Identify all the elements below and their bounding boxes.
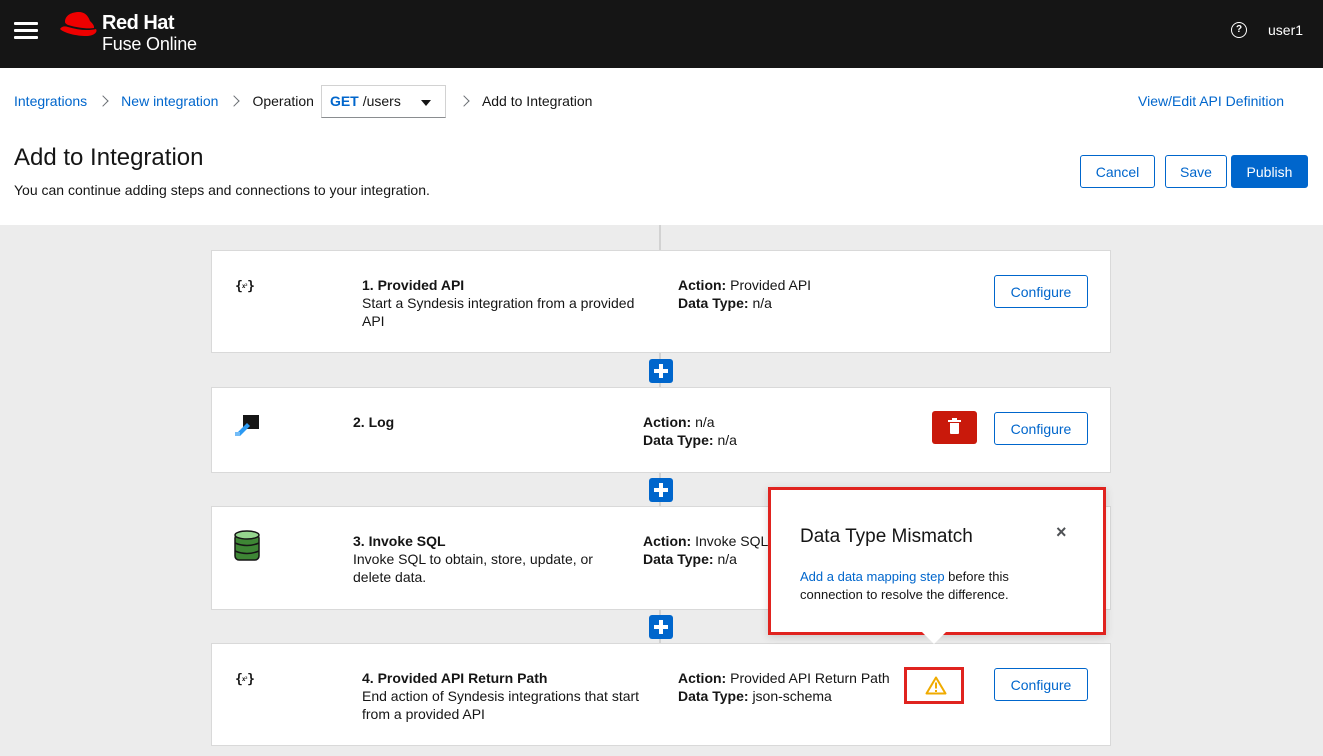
popover-body: Add a data mapping step before this conn… <box>800 568 1060 604</box>
breadcrumb: Integrations New integration Operation G… <box>14 84 592 118</box>
add-step-plus-icon[interactable] <box>649 478 673 502</box>
datatype-value: json-schema <box>752 688 832 704</box>
step-card-provided-api: {x²} 1. Provided API Start a Syndesis in… <box>211 250 1111 353</box>
action-label: Action: <box>678 277 727 293</box>
cancel-button[interactable]: Cancel <box>1080 155 1155 188</box>
configure-button[interactable]: Configure <box>994 275 1088 308</box>
close-icon[interactable]: × <box>1056 522 1067 543</box>
chevron-right-icon <box>458 95 470 107</box>
breadcrumb-integrations[interactable]: Integrations <box>14 93 87 109</box>
operation-select[interactable]: GET /users <box>320 84 446 118</box>
step-card-provided-api-return-path: {x²} 4. Provided API Return Path End act… <box>211 643 1111 746</box>
breadcrumb-current: Add to Integration <box>481 93 593 109</box>
delete-step-button[interactable] <box>932 411 977 444</box>
step-description: End action of Syndesis integrations that… <box>362 688 640 722</box>
chevron-right-icon <box>97 95 109 107</box>
breadcrumb-operation-label: Operation <box>252 93 314 109</box>
api-icon: {x²} <box>235 672 255 687</box>
database-icon <box>234 530 260 561</box>
page-description: You can continue adding steps and connec… <box>14 182 430 198</box>
action-value: Provided API Return Path <box>730 670 890 686</box>
breadcrumb-new-integration[interactable]: New integration <box>121 93 218 109</box>
operation-path: /users <box>362 93 401 109</box>
action-value: Provided API <box>730 277 812 293</box>
step-meta: Action: Provided API Return Path Data Ty… <box>678 669 890 705</box>
step-title: 2. Log <box>353 414 395 430</box>
datatype-label: Data Type: <box>678 295 749 311</box>
action-label: Action: <box>643 414 692 430</box>
caret-down-icon <box>420 99 431 106</box>
data-type-mismatch-popover: Data Type Mismatch × Add a data mapping … <box>768 487 1106 635</box>
step-meta: Action: Provided API Data Type: n/a <box>678 276 811 312</box>
user-menu[interactable]: user1 <box>1268 22 1303 38</box>
action-label: Action: <box>678 670 727 686</box>
configure-button[interactable]: Configure <box>994 668 1088 701</box>
trash-icon <box>948 418 961 434</box>
operation-method: GET <box>329 93 359 109</box>
step-title: 3. Invoke SQL <box>353 533 446 549</box>
chevron-right-icon <box>228 95 241 107</box>
add-step-plus-icon[interactable] <box>649 615 673 639</box>
brand-logo[interactable]: Red Hat Fuse Online <box>60 8 220 56</box>
datatype-label: Data Type: <box>678 688 749 704</box>
configure-button[interactable]: Configure <box>994 412 1088 445</box>
datatype-label: Data Type: <box>643 432 714 448</box>
add-step-plus-icon[interactable] <box>649 359 673 383</box>
product-name: Fuse Online <box>102 34 197 54</box>
save-button[interactable]: Save <box>1165 155 1227 188</box>
masthead: Red Hat Fuse Online ? user1 <box>0 0 1323 68</box>
action-value: n/a <box>695 414 715 430</box>
view-edit-api-definition-link[interactable]: View/Edit API Definition <box>1138 93 1284 109</box>
brand-name: Red Hat <box>102 12 175 34</box>
data-mismatch-warning-button[interactable] <box>904 667 964 704</box>
publish-button[interactable]: Publish <box>1231 155 1308 188</box>
datatype-value: n/a <box>752 295 772 311</box>
warning-triangle-icon <box>925 676 947 695</box>
page-title: Add to Integration <box>14 144 204 171</box>
step-title: 1. Provided API <box>362 277 465 293</box>
popover-title: Data Type Mismatch <box>800 526 973 547</box>
add-data-mapping-link[interactable]: Add a data mapping step <box>800 569 945 584</box>
step-description: Invoke SQL to obtain, store, update, or … <box>353 551 593 585</box>
datatype-value: n/a <box>717 432 737 448</box>
log-icon <box>235 415 259 436</box>
datatype-value: n/a <box>717 551 737 567</box>
popover-arrow <box>922 632 946 644</box>
api-icon: {x²} <box>235 279 255 294</box>
step-meta: Action: Invoke SQL Data Type: n/a <box>643 532 768 568</box>
menu-toggle-icon[interactable] <box>14 20 38 40</box>
step-title: 4. Provided API Return Path <box>362 670 548 686</box>
step-description: Start a Syndesis integration from a prov… <box>362 295 635 329</box>
red-hat-logo-icon <box>60 12 97 36</box>
step-meta: Action: n/a Data Type: n/a <box>643 413 737 449</box>
datatype-label: Data Type: <box>643 551 714 567</box>
action-value: Invoke SQL <box>695 533 769 549</box>
help-icon[interactable]: ? <box>1231 22 1247 38</box>
action-label: Action: <box>643 533 692 549</box>
